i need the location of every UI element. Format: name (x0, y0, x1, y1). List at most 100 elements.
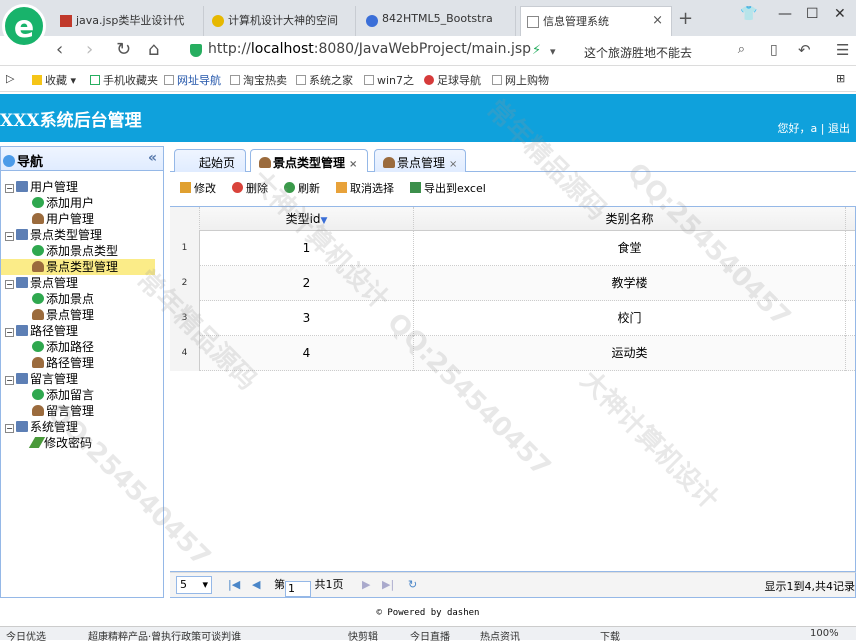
page-number-input[interactable]: 1 (285, 581, 311, 597)
forward-icon[interactable]: › (86, 39, 93, 60)
status-news[interactable]: 超康精粹产品·曾执行政策可谈判谁 (88, 628, 241, 643)
close-icon[interactable]: × (449, 159, 457, 170)
bookmark-item[interactable]: 手机收藏夹 (90, 72, 158, 88)
browser-tab-active[interactable]: 信息管理系统 × (520, 6, 672, 36)
bookmark-item[interactable]: 淘宝热卖 (230, 72, 287, 88)
search-input[interactable]: 这个旅游胜地不能去 ⌕ (576, 39, 751, 63)
bookmark-favorites[interactable]: 收藏 ▾ (32, 72, 76, 88)
minimize-icon[interactable]: — (778, 6, 792, 22)
close-window-icon[interactable]: ✕ (834, 6, 846, 22)
status-item[interactable]: 下载 (600, 628, 620, 643)
browser-tab-3[interactable]: 842HTML5_Bootstra (360, 6, 516, 36)
tree-node-routes[interactable]: − 路径管理 (1, 323, 163, 339)
browser-tab-2[interactable]: 计算机设计大神的空间 (206, 6, 356, 36)
tree-leaf-message-manage[interactable]: 留言管理 (1, 403, 163, 419)
skin-icon[interactable]: 👕 (740, 6, 757, 22)
export-excel-button[interactable]: 导出到excel (410, 180, 486, 196)
app-header: XXX系统后台管理 您好，a | 退出 (0, 94, 856, 142)
prev-page-icon[interactable]: ◀ (252, 578, 260, 591)
edit-icon (180, 182, 191, 193)
tree-node-users[interactable]: − 用户管理 (1, 179, 163, 195)
tab-home[interactable]: 起始页 (174, 149, 246, 172)
address-bar[interactable]: http://localhost:8080/JavaWebProject/mai… (186, 39, 566, 63)
phone-icon[interactable]: ▯ (770, 42, 778, 58)
logout-link[interactable]: 退出 (828, 122, 850, 135)
cell-name: 运动类 (414, 336, 846, 371)
zoom-level[interactable]: 100% (810, 628, 839, 639)
tree-node-spots[interactable]: − 景点管理 (1, 275, 163, 291)
tree-node-spot-types[interactable]: − 景点类型管理 (1, 227, 163, 243)
tab-spot-type-manage[interactable]: 景点类型管理 × (250, 149, 368, 172)
maximize-icon[interactable]: ☐ (806, 6, 819, 22)
collapse-icon[interactable]: « (148, 150, 157, 166)
collapse-node-icon[interactable]: − (5, 424, 14, 433)
data-grid: 类型id▼ 类别名称 1 1 食堂 2 2 教学楼 3 3 校门 4 4 运动类 (170, 206, 856, 572)
cell-name: 食堂 (414, 231, 846, 266)
tree-node-messages[interactable]: − 留言管理 (1, 371, 163, 387)
chevron-down-icon[interactable]: ▾ (550, 45, 556, 58)
unselect-button[interactable]: 取消选择 (336, 180, 394, 196)
back-icon[interactable]: ‹ (56, 39, 63, 60)
tree-leaf-change-password[interactable]: 修改密码 (1, 435, 163, 451)
tree-leaf-route-manage[interactable]: 路径管理 (1, 355, 163, 371)
collapse-node-icon[interactable]: − (5, 232, 14, 241)
delete-button[interactable]: 删除 (232, 180, 268, 196)
tree-leaf-add-route[interactable]: 添加路径 (1, 339, 163, 355)
refresh-icon[interactable]: ↻ (408, 578, 417, 591)
tree-leaf-spot-type-manage[interactable]: 景点类型管理 (1, 259, 155, 275)
tab-spot-manage[interactable]: 景点管理 × (374, 149, 466, 172)
tree-leaf-add-message[interactable]: 添加留言 (1, 387, 163, 403)
menu-icon[interactable]: ☰ (836, 41, 849, 59)
status-item[interactable]: 快剪辑 (348, 628, 378, 643)
status-item[interactable]: 今日直播 (410, 628, 450, 643)
bookmark-item[interactable]: 网址导航 (164, 72, 221, 88)
undo-icon[interactable]: ↶ (798, 41, 811, 59)
tree-leaf-user-manage[interactable]: 用户管理 (1, 211, 163, 227)
close-icon[interactable]: × (349, 159, 357, 170)
collapse-node-icon[interactable]: − (5, 184, 14, 193)
table-row[interactable]: 2 2 教学楼 (170, 266, 855, 301)
bookmark-item[interactable]: win7之 (364, 72, 414, 88)
lightning-icon[interactable]: ⚡ (532, 43, 541, 58)
close-tab-icon[interactable]: × (652, 13, 663, 28)
edit-button[interactable]: 修改 (180, 180, 216, 196)
cell-id: 1 (200, 231, 414, 266)
tree-node-system[interactable]: − 系统管理 (1, 419, 163, 435)
bookmark-item[interactable]: 网上购物 (492, 72, 549, 88)
column-header-id[interactable]: 类型id▼ (200, 207, 414, 231)
last-page-icon[interactable]: ▶| (382, 578, 394, 591)
refresh-button[interactable]: 刷新 (284, 180, 320, 196)
table-row[interactable]: 1 1 食堂 (170, 231, 855, 266)
tree-leaf-add-spot[interactable]: 添加景点 (1, 291, 163, 307)
search-icon[interactable]: ⌕ (738, 42, 745, 57)
tree-leaf-spot-manage[interactable]: 景点管理 (1, 307, 163, 323)
collapse-node-icon[interactable]: − (5, 280, 14, 289)
collapse-node-icon[interactable]: − (5, 328, 14, 337)
first-page-icon[interactable]: |◀ (228, 578, 240, 591)
apps-icon[interactable]: ⊞ (836, 72, 845, 85)
browser-tab-1[interactable]: java.jsp类毕业设计代 (54, 6, 204, 36)
grid-pager: 5 ▾ |◀ ◀ 第1 共1页 ▶ ▶| ↻ 显示1到4,共4记录 (170, 572, 856, 598)
reload-icon[interactable]: ↻ (116, 39, 131, 60)
tree-leaf-add-user[interactable]: 添加用户 (1, 195, 163, 211)
browser-tab-label: java.jsp类毕业设计代 (76, 14, 185, 27)
status-left[interactable]: 今日优选 (6, 628, 46, 643)
table-row[interactable]: 3 3 校门 (170, 301, 855, 336)
column-header-name[interactable]: 类别名称 (414, 207, 846, 231)
pager-summary: 显示1到4,共4记录 (764, 580, 856, 593)
tree-leaf-add-spot-type[interactable]: 添加景点类型 (1, 243, 163, 259)
table-row[interactable]: 4 4 运动类 (170, 336, 855, 371)
browser-tab-label: 842HTML5_Bootstra (382, 12, 493, 25)
bookmarks-toggle-icon[interactable]: ▷ (6, 72, 14, 85)
pencil-icon (28, 437, 46, 448)
next-page-icon[interactable]: ▶ (362, 578, 370, 591)
panel-tabs: 起始页 景点类型管理 × 景点管理 × (170, 146, 856, 172)
bookmark-item[interactable]: 足球导航 (424, 72, 481, 88)
new-tab-button[interactable]: + (678, 8, 693, 29)
home-icon[interactable]: ⌂ (148, 39, 159, 60)
status-item[interactable]: 热点资讯 (480, 628, 520, 643)
collapse-node-icon[interactable]: − (5, 376, 14, 385)
page-size-select[interactable]: 5 ▾ (176, 576, 212, 594)
bookmark-item[interactable]: 系统之家 (296, 72, 353, 88)
row-number: 1 (170, 231, 200, 266)
